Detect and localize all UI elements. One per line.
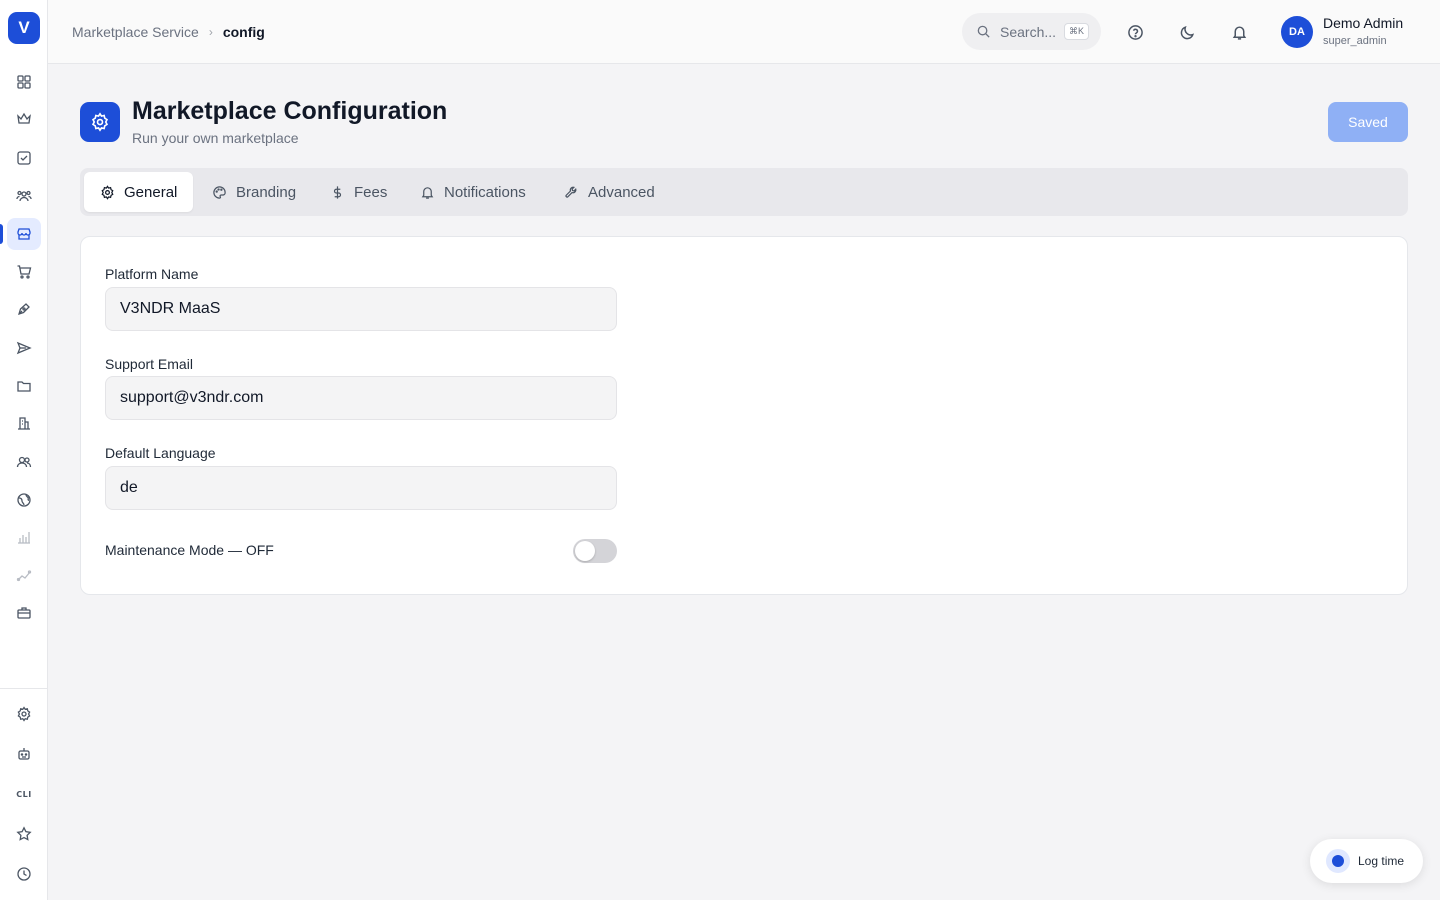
sidebar-item-bot[interactable] bbox=[7, 738, 41, 770]
checkbox-icon bbox=[17, 151, 31, 165]
default-language-label: Default Language bbox=[105, 445, 216, 461]
send-icon bbox=[16, 341, 32, 355]
page-title: Marketplace Configuration bbox=[132, 97, 448, 125]
tab-advanced[interactable]: Advanced bbox=[548, 172, 671, 212]
bell-icon bbox=[421, 186, 434, 199]
support-email-label: Support Email bbox=[105, 356, 193, 372]
sidebar-item-settings[interactable] bbox=[7, 698, 41, 730]
support-email-input[interactable] bbox=[105, 376, 617, 420]
crown-icon bbox=[17, 112, 31, 124]
sidebar-item-global[interactable] bbox=[7, 484, 41, 516]
search-icon bbox=[977, 25, 990, 38]
app-logo[interactable]: V bbox=[8, 12, 40, 44]
store-icon bbox=[17, 228, 31, 240]
gear-icon bbox=[101, 184, 114, 200]
sidebar-item-tasks[interactable] bbox=[7, 142, 41, 174]
globe-icon bbox=[17, 493, 31, 507]
theme-toggle-button[interactable] bbox=[1175, 20, 1199, 44]
notifications-button[interactable] bbox=[1227, 20, 1251, 44]
sidebar-item-campaigns[interactable] bbox=[7, 332, 41, 364]
tab-label: Notifications bbox=[444, 183, 526, 201]
tab-label: General bbox=[124, 183, 178, 201]
pen-icon bbox=[18, 303, 30, 316]
sidebar-item-people[interactable] bbox=[7, 446, 41, 478]
search-box[interactable]: Search... ⌘K bbox=[962, 13, 1101, 50]
cli-label: CLI bbox=[16, 789, 32, 799]
page-title-icon bbox=[80, 102, 120, 142]
sidebar-item-dashboard[interactable] bbox=[7, 66, 41, 98]
breadcrumb-parent-link[interactable]: Marketplace Service bbox=[72, 24, 199, 40]
clock-icon bbox=[17, 867, 31, 881]
sidebar-item-analytics[interactable] bbox=[7, 521, 41, 553]
trend-icon bbox=[16, 570, 32, 582]
palette-icon bbox=[213, 185, 226, 199]
top-header: Marketplace Service › config Search... ⌘… bbox=[48, 0, 1440, 64]
search-shortcut-badge: ⌘K bbox=[1064, 23, 1090, 40]
toggle-knob bbox=[575, 541, 595, 561]
log-time-label: Log time bbox=[1358, 854, 1405, 868]
tab-label: Advanced bbox=[588, 183, 655, 201]
bar-chart-icon bbox=[18, 532, 30, 544]
moon-icon bbox=[1180, 25, 1194, 39]
briefcase-icon bbox=[17, 607, 31, 619]
tab-label: Branding bbox=[236, 183, 297, 201]
search-placeholder: Search... bbox=[1000, 23, 1057, 40]
settings-tabs: General Branding Fees Notifications Adva… bbox=[80, 168, 1408, 216]
sidebar-item-orders[interactable] bbox=[7, 256, 41, 288]
timer-icon bbox=[1326, 849, 1350, 873]
gear-icon bbox=[17, 706, 31, 722]
save-button[interactable]: Saved bbox=[1328, 102, 1408, 142]
log-time-button[interactable]: Log time bbox=[1310, 839, 1423, 883]
platform-name-input[interactable] bbox=[105, 287, 617, 331]
breadcrumb-current: config bbox=[222, 24, 265, 40]
platform-name-label: Platform Name bbox=[105, 266, 199, 282]
dollar-icon bbox=[333, 185, 342, 199]
building-icon bbox=[18, 417, 30, 430]
tab-fees[interactable]: Fees bbox=[314, 172, 403, 212]
user-role: super_admin bbox=[1323, 35, 1387, 47]
sidebar-divider bbox=[0, 688, 47, 689]
star-icon bbox=[16, 826, 32, 841]
sidebar-item-favorites[interactable] bbox=[7, 818, 41, 850]
breadcrumb: Marketplace Service › config bbox=[72, 22, 265, 42]
tab-general[interactable]: General bbox=[84, 172, 194, 212]
sidebar-item-trends[interactable] bbox=[7, 559, 41, 591]
maintenance-mode-toggle[interactable] bbox=[573, 539, 617, 563]
default-language-input[interactable] bbox=[105, 466, 617, 510]
sidebar-item-marketplace[interactable] bbox=[7, 218, 41, 250]
sidebar-item-design[interactable] bbox=[7, 293, 41, 325]
avatar[interactable]: DA bbox=[1281, 16, 1313, 48]
sidebar-item-cli[interactable]: CLI bbox=[7, 778, 41, 810]
chevron-right-icon: › bbox=[208, 25, 213, 39]
bell-icon bbox=[1232, 25, 1246, 40]
user-name[interactable]: Demo Admin bbox=[1323, 15, 1403, 31]
wrench-icon bbox=[565, 186, 577, 198]
gear-icon bbox=[91, 112, 109, 132]
help-button[interactable] bbox=[1123, 20, 1147, 44]
sidebar-item-crown[interactable] bbox=[7, 103, 41, 135]
help-icon bbox=[1127, 24, 1143, 40]
sidebar-item-organizations[interactable] bbox=[7, 407, 41, 439]
sidebar-item-history[interactable] bbox=[7, 858, 41, 890]
folder-icon bbox=[17, 381, 31, 392]
cart-icon bbox=[17, 265, 32, 279]
users-group-icon bbox=[16, 190, 32, 202]
maintenance-mode-label: Maintenance Mode — OFF bbox=[105, 542, 274, 558]
tab-notifications[interactable]: Notifications bbox=[404, 172, 542, 212]
robot-icon bbox=[18, 748, 30, 760]
sidebar-item-teams[interactable] bbox=[7, 180, 41, 212]
users-icon bbox=[16, 456, 32, 468]
grid-icon bbox=[17, 75, 31, 89]
page-subtitle: Run your own marketplace bbox=[132, 130, 299, 146]
sidebar-item-jobs[interactable] bbox=[7, 597, 41, 629]
general-settings-card: Platform Name Support Email Default Lang… bbox=[80, 236, 1408, 595]
sidebar-item-files[interactable] bbox=[7, 370, 41, 402]
sidebar: V CLI bbox=[0, 0, 48, 900]
tab-label: Fees bbox=[354, 183, 388, 201]
tab-branding[interactable]: Branding bbox=[196, 172, 312, 212]
active-indicator bbox=[0, 224, 3, 244]
